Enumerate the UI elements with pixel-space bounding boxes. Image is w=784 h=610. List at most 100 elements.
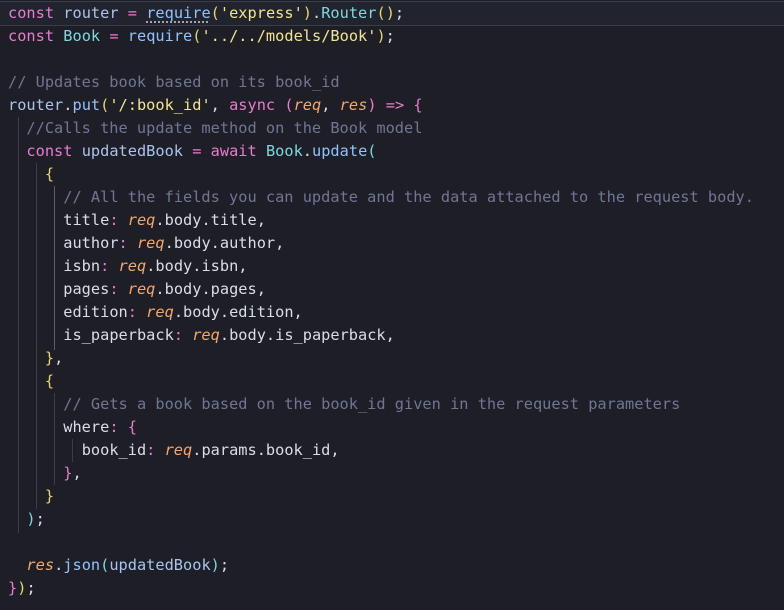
comment: // Updates book based on its book_id bbox=[8, 73, 340, 91]
bracket: ( bbox=[100, 556, 110, 574]
member-access: .body.title bbox=[155, 211, 257, 229]
code-line-26[interactable]: }); bbox=[0, 577, 784, 600]
punctuation: , bbox=[54, 349, 64, 367]
code-line-3[interactable] bbox=[0, 48, 784, 71]
code-line-2[interactable]: const Book = require('../../models/Book'… bbox=[0, 25, 784, 48]
code-line-10[interactable]: title: req.body.title, bbox=[0, 209, 784, 232]
punctuation: , bbox=[330, 441, 340, 459]
code-line-20[interactable]: book_id: req.params.book_id, bbox=[0, 439, 784, 462]
code-line-6[interactable]: //Calls the update method on the Book mo… bbox=[0, 117, 784, 140]
code-line-13[interactable]: pages: req.body.pages, bbox=[0, 278, 784, 301]
code-line-16[interactable]: }, bbox=[0, 347, 784, 370]
operator: => bbox=[385, 96, 405, 114]
parameter: req bbox=[127, 280, 156, 298]
identifier: Book bbox=[63, 27, 101, 45]
parameter: req bbox=[293, 96, 322, 114]
code-line-12[interactable]: isbn: req.body.isbn, bbox=[0, 255, 784, 278]
parameter: req bbox=[118, 257, 147, 275]
code-line-15[interactable]: is_paperback: req.body.is_paperback, bbox=[0, 324, 784, 347]
code-line-4[interactable]: // Updates book based on its book_id bbox=[0, 71, 784, 94]
punctuation: , bbox=[238, 257, 248, 275]
property-key: isbn bbox=[63, 257, 101, 275]
keyword: const bbox=[26, 142, 73, 160]
identifier: updatedBook bbox=[109, 556, 211, 574]
punctuation: . bbox=[54, 556, 64, 574]
code-line-1[interactable]: const router = require('express').Router… bbox=[0, 1, 784, 26]
bracket: ) bbox=[210, 556, 220, 574]
bracket: ) bbox=[302, 4, 312, 22]
code-line-17[interactable]: { bbox=[0, 370, 784, 393]
function-name: update bbox=[312, 142, 368, 160]
parameter: req bbox=[127, 211, 156, 229]
identifier: updatedBook bbox=[81, 142, 184, 160]
punctuation: , bbox=[72, 464, 82, 482]
parameter: req bbox=[146, 303, 174, 321]
property-key: pages bbox=[63, 280, 110, 298]
bracket: ) bbox=[26, 510, 36, 528]
property-key: title bbox=[63, 211, 110, 229]
operator: = bbox=[109, 27, 119, 45]
code-editor[interactable]: const router = require('express').Router… bbox=[0, 0, 784, 610]
punctuation: ; bbox=[394, 4, 405, 22]
code-line-22[interactable]: } bbox=[0, 485, 784, 508]
code-line-14[interactable]: edition: req.body.edition, bbox=[0, 301, 784, 324]
member-access: .body.author bbox=[164, 234, 276, 252]
property-key: author bbox=[63, 234, 119, 252]
member-access: .body.edition bbox=[173, 303, 294, 321]
bracket: ) bbox=[376, 27, 386, 45]
bracket: { bbox=[44, 372, 55, 390]
class-name: Book bbox=[265, 142, 303, 160]
punctuation: , bbox=[256, 211, 266, 229]
punctuation: , bbox=[385, 326, 395, 344]
code-line-18[interactable]: // Gets a book based on the book_id give… bbox=[0, 393, 784, 416]
operator: : bbox=[100, 257, 110, 275]
code-line-19[interactable]: where: { bbox=[0, 416, 784, 439]
code-line-5[interactable]: router.put('/:book_id', async (req, res)… bbox=[0, 94, 784, 117]
comment: //Calls the update method on the Book mo… bbox=[26, 119, 423, 137]
function-name: require bbox=[146, 4, 211, 22]
bracket: } bbox=[44, 487, 55, 505]
member-access: .params.book_id bbox=[192, 441, 331, 459]
punctuation: ; bbox=[385, 27, 395, 45]
operator: : bbox=[173, 326, 183, 344]
identifier: router bbox=[63, 4, 119, 22]
bracket: { bbox=[413, 96, 423, 114]
operator: : bbox=[109, 280, 119, 298]
operator: = bbox=[127, 4, 137, 22]
operator: : bbox=[146, 441, 156, 459]
punctuation: , bbox=[210, 96, 220, 114]
bracket: } bbox=[8, 579, 18, 597]
operator: : bbox=[109, 418, 119, 436]
code-line-21[interactable]: }, bbox=[0, 462, 784, 485]
property-key: edition bbox=[63, 303, 128, 321]
punctuation: , bbox=[256, 280, 266, 298]
punctuation: , bbox=[275, 234, 285, 252]
punctuation: ; bbox=[35, 510, 45, 528]
punctuation: , bbox=[293, 303, 303, 321]
bracket: ( bbox=[284, 96, 294, 114]
punctuation: . bbox=[312, 4, 322, 22]
code-line-25[interactable]: res.json(updatedBook); bbox=[0, 554, 784, 577]
bracket: { bbox=[127, 418, 137, 436]
string-literal: '../../models/Book' bbox=[201, 27, 377, 45]
member-access: .body.is_paperback bbox=[219, 326, 386, 344]
code-line-11[interactable]: author: req.body.author, bbox=[0, 232, 784, 255]
property-key: is_paperback bbox=[63, 326, 174, 344]
bracket: ( bbox=[367, 142, 377, 160]
bracket: { bbox=[44, 165, 55, 183]
code-line-7[interactable]: const updatedBook = await Book.update( bbox=[0, 140, 784, 163]
function-name: json bbox=[63, 556, 101, 574]
punctuation: ; bbox=[219, 556, 230, 574]
operator: : bbox=[109, 211, 119, 229]
code-line-9[interactable]: // All the fields you can update and the… bbox=[0, 186, 784, 209]
comment: // Gets a book based on the book_id give… bbox=[63, 395, 681, 413]
keyword: const bbox=[8, 27, 55, 45]
code-line-24[interactable] bbox=[0, 531, 784, 554]
code-line-23[interactable]: ); bbox=[0, 508, 784, 531]
bracket: } bbox=[44, 349, 55, 367]
code-line-8[interactable]: { bbox=[0, 163, 784, 186]
string-literal: 'express' bbox=[219, 4, 303, 22]
member-access: .body.pages bbox=[155, 280, 257, 298]
punctuation: , bbox=[321, 96, 331, 114]
member-access: .body.isbn bbox=[146, 257, 239, 275]
